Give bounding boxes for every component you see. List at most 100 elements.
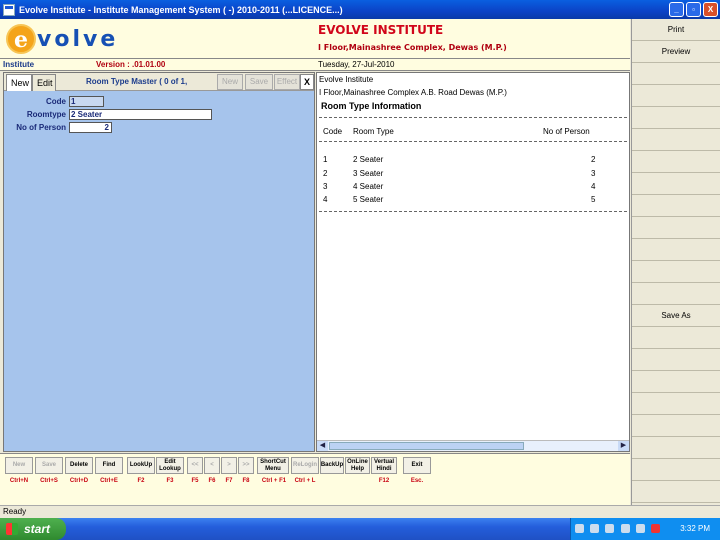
panel-slot[interactable] <box>632 371 720 393</box>
code-field[interactable]: 1 <box>69 96 104 107</box>
toolbar-find-button[interactable]: Find <box>95 457 123 474</box>
row-roomtype: 5 Seater <box>353 195 384 204</box>
panel-slot[interactable] <box>632 173 720 195</box>
shortcut-label: F5 <box>191 478 199 484</box>
panel-slot[interactable] <box>632 151 720 173</box>
shortcut-label: F12 <box>378 478 390 484</box>
clock[interactable]: 3:32 PM <box>680 518 710 540</box>
system-tray: 3:32 PM <box>570 518 720 540</box>
toolbar-online-help-button[interactable]: OnLine Help <box>345 457 370 474</box>
panel-slot[interactable] <box>632 239 720 261</box>
institute-address: I Floor,Mainashree Complex, Dewas (M.P.) <box>318 43 507 52</box>
panel-slot[interactable] <box>632 85 720 107</box>
shortcut-label: F7 <box>225 478 233 484</box>
shortcut-label: Ctrl+N <box>9 478 29 484</box>
report-org: Evolve Institute <box>319 75 374 84</box>
row-persons: 4 <box>591 182 596 191</box>
horizontal-scrollbar[interactable]: ◀ ▶ <box>317 440 629 451</box>
toolbar-new-button[interactable]: New <box>5 457 33 474</box>
divider <box>319 117 627 118</box>
tab-new[interactable]: New <box>6 74 32 91</box>
tray-help-icon[interactable] <box>605 524 615 534</box>
form-save-button[interactable]: Save <box>245 74 273 90</box>
panel-slot[interactable] <box>632 415 720 437</box>
panel-slot[interactable] <box>632 261 720 283</box>
close-window-button[interactable]: X <box>703 2 718 17</box>
toolbar-delete-button[interactable]: Delete <box>65 457 93 474</box>
toolbar-edit-lookup-button[interactable]: Edit Lookup <box>156 457 184 474</box>
panel-slot[interactable] <box>632 349 720 371</box>
row-code: 1 <box>323 155 328 164</box>
save-as-button[interactable]: Save As <box>632 305 720 327</box>
roomtype-field[interactable]: 2 Seater <box>69 109 212 120</box>
windows-flag-icon <box>6 523 18 535</box>
tray-security-icon[interactable] <box>635 524 645 534</box>
shortcut-label: F3 <box>166 478 174 484</box>
tab-edit[interactable]: Edit <box>32 74 56 91</box>
row-code: 4 <box>323 195 328 204</box>
report-address: I Floor,Mainashree Complex A.B. Road Dew… <box>319 88 507 97</box>
shortcut-label: Ctrl+S <box>40 478 58 484</box>
panel-slot[interactable] <box>632 459 720 481</box>
start-button[interactable]: start <box>0 518 66 540</box>
form-title: Room Type Master ( 0 of 1, <box>86 77 188 86</box>
toolbar-save-button[interactable]: Save <box>35 457 63 474</box>
panel-slot[interactable] <box>632 217 720 239</box>
toolbar-lookup-button[interactable]: LookUp <box>127 457 155 474</box>
toolbar-last-button[interactable]: >> <box>238 457 254 474</box>
form-new-button[interactable]: New <box>217 74 243 90</box>
minimize-button[interactable]: _ <box>669 2 684 17</box>
tray-volume-icon[interactable] <box>620 524 630 534</box>
scroll-left-icon[interactable]: ◀ <box>317 441 328 451</box>
divider <box>319 211 627 212</box>
tray-antivirus-icon[interactable] <box>651 524 661 534</box>
toolbar-relogin-button[interactable]: ReLogin <box>291 457 319 474</box>
logo-wordmark: volve <box>37 26 119 52</box>
tray-network-icon[interactable] <box>590 524 600 534</box>
form-effect-button[interactable]: Effect <box>274 74 300 90</box>
code-label: Code <box>46 97 66 106</box>
scroll-right-icon[interactable]: ▶ <box>618 441 629 451</box>
version-label: Version : .01.01.00 <box>96 60 166 69</box>
col-code: Code <box>323 127 343 136</box>
persons-field[interactable]: 2 <box>69 122 112 133</box>
print-button[interactable]: Print <box>632 19 720 41</box>
toolbar-exit-button[interactable]: Exit <box>403 457 431 474</box>
panel-slot[interactable] <box>632 437 720 459</box>
shortcut-label: Ctrl+D <box>69 478 89 484</box>
shortcut-label: F2 <box>137 478 145 484</box>
window-titlebar[interactable]: Evolve Institute - Institute Management … <box>0 0 720 19</box>
shortcut-label: Ctrl+E <box>100 478 118 484</box>
app-icon <box>3 3 15 16</box>
row-roomtype: 3 Seater <box>353 169 384 178</box>
toolbar-shortcut-menu-button[interactable]: ShortCut Menu <box>257 457 289 474</box>
panel-slot[interactable] <box>632 195 720 217</box>
report-preview: Evolve Institute I Floor,Mainashree Comp… <box>316 72 630 452</box>
panel-slot[interactable] <box>632 481 720 503</box>
shortcut-label: F8 <box>242 478 250 484</box>
panel-slot[interactable] <box>632 327 720 349</box>
toolbar-next-button[interactable]: > <box>221 457 237 474</box>
panel-slot[interactable] <box>632 107 720 129</box>
row-roomtype: 2 Seater <box>353 155 384 164</box>
scroll-thumb[interactable] <box>329 442 524 450</box>
toolbar-first-button[interactable]: << <box>187 457 203 474</box>
report-heading: Room Type Information <box>321 101 422 111</box>
toolbar-prev-button[interactable]: < <box>204 457 220 474</box>
panel-slot[interactable] <box>632 63 720 85</box>
shortcut-label: Ctrl + F1 <box>261 478 287 484</box>
form-close-button[interactable]: X <box>300 74 314 90</box>
shortcut-label: Esc. <box>410 478 424 484</box>
toolbar-backup-button[interactable]: BackUp <box>320 457 344 474</box>
report-command-panel: Print Preview Save As <box>631 19 720 505</box>
institute-label: Institute <box>3 60 35 69</box>
toolbar-vertual-hindi-button[interactable]: Vertual Hindi <box>371 457 397 474</box>
tray-tool-icon[interactable] <box>575 524 584 534</box>
preview-button[interactable]: Preview <box>632 41 720 63</box>
panel-slot[interactable] <box>632 129 720 151</box>
date-label: Tuesday, 27-Jul-2010 <box>318 60 395 69</box>
panel-slot[interactable] <box>632 283 720 305</box>
panel-slot[interactable] <box>632 393 720 415</box>
maximize-button[interactable]: ▫ <box>686 2 701 17</box>
col-roomtype: Room Type <box>353 127 394 136</box>
